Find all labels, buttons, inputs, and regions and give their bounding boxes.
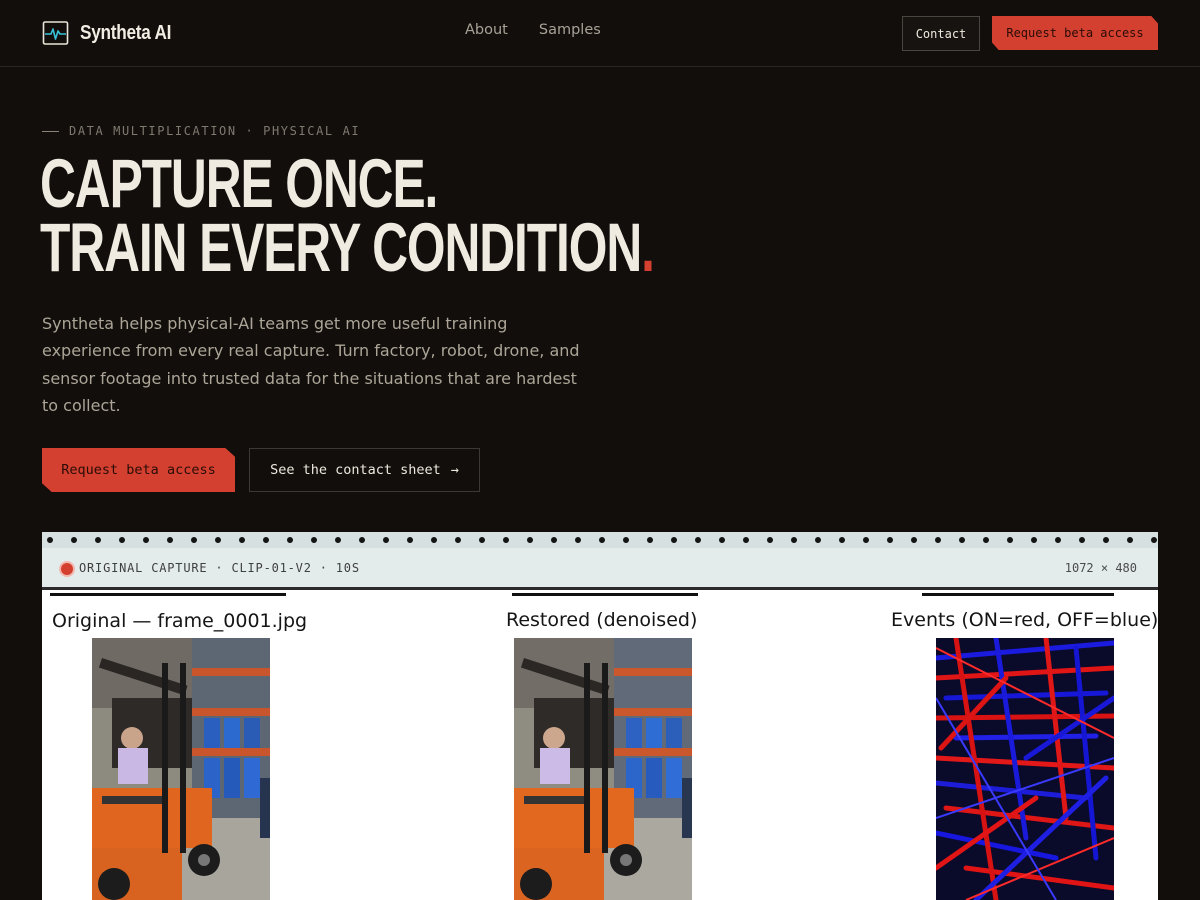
sprocket-hole [287, 537, 293, 543]
sprocket-hole [1103, 537, 1109, 543]
sprocket-hole [815, 537, 821, 543]
sprocket-hole [167, 537, 173, 543]
sprocket-hole [527, 537, 533, 543]
headline-line-2-text: TRAIN EVERY CONDITION [40, 209, 642, 286]
panel-title-original: Original — frame_0001.jpg [52, 610, 308, 632]
sprocket-hole [143, 537, 149, 543]
capture-preview: ORIGINAL CAPTURE · CLIP-01-V2 · 10S 1072… [42, 532, 1158, 900]
nav-link-samples[interactable]: Samples [539, 22, 601, 38]
figure-frame-edge [922, 593, 1114, 596]
eyebrow: DATA MULTIPLICATION · PHYSICAL AI [42, 124, 360, 138]
eyebrow-rule [42, 130, 59, 132]
film-sprocket-strip [42, 532, 1158, 548]
brand-logo[interactable]: Syntheta AI [42, 18, 186, 48]
sprocket-hole [959, 537, 965, 543]
sprocket-hole [71, 537, 77, 543]
sprocket-hole [935, 537, 941, 543]
sprocket-hole [647, 537, 653, 543]
nav-link-about[interactable]: About [465, 22, 508, 38]
sprocket-hole [311, 537, 317, 543]
figure-frame-edge [50, 593, 286, 596]
sprocket-hole [263, 537, 269, 543]
headline-accent-dot: . [641, 209, 655, 286]
sprocket-hole [599, 537, 605, 543]
figure-frame-edge [512, 593, 698, 596]
sprocket-hole [431, 537, 437, 543]
sprocket-hole [791, 537, 797, 543]
eyebrow-text: DATA MULTIPLICATION · PHYSICAL AI [69, 124, 361, 138]
sprocket-hole [503, 537, 509, 543]
sprocket-hole [623, 537, 629, 543]
capture-info-bar: ORIGINAL CAPTURE · CLIP-01-V2 · 10S 1072… [42, 548, 1158, 590]
sprocket-hole [575, 537, 581, 543]
sprocket-hole [863, 537, 869, 543]
hero-headline: CAPTURE ONCE. TRAIN EVERY CONDITION. [40, 145, 893, 282]
sprocket-hole [743, 537, 749, 543]
sprocket-hole [839, 537, 845, 543]
hero-request-beta-button[interactable]: Request beta access [42, 448, 235, 492]
sprocket-hole [95, 537, 101, 543]
sprocket-hole [1127, 537, 1133, 543]
sprocket-hole [719, 537, 725, 543]
capture-resolution: 1072 × 480 [1064, 561, 1137, 575]
sprocket-hole [383, 537, 389, 543]
restored-frame-image [514, 638, 692, 900]
sprocket-hole [479, 537, 485, 543]
request-beta-access-button[interactable]: Request beta access [992, 16, 1158, 50]
original-frame-image [92, 638, 270, 900]
sprocket-hole [767, 537, 773, 543]
panel-title-restored: Restored (denoised) [506, 609, 698, 631]
sprocket-hole [215, 537, 221, 543]
sprocket-hole [47, 537, 53, 543]
panel-title-events: Events (ON=red, OFF=blue) [891, 609, 1158, 631]
sprocket-hole [983, 537, 989, 543]
sprocket-hole [359, 537, 365, 543]
sprocket-hole [1079, 537, 1085, 543]
sprocket-hole [551, 537, 557, 543]
sprocket-hole [407, 537, 413, 543]
brand-name: Syntheta AI [80, 21, 172, 44]
sprocket-hole [911, 537, 917, 543]
record-dot-icon [61, 563, 73, 575]
contact-button[interactable]: Contact [902, 16, 980, 51]
hero-description: Syntheta helps physical-AI teams get mor… [42, 314, 580, 415]
contact-sheet-button[interactable]: See the contact sheet → [249, 448, 480, 492]
sprocket-hole [1031, 537, 1037, 543]
arrow-right-icon: → [450, 462, 459, 478]
headline-line-2: TRAIN EVERY CONDITION. [40, 213, 655, 282]
headline-line-1: CAPTURE ONCE. [40, 145, 438, 222]
events-frame-image [936, 638, 1114, 900]
contact-sheet-label: See the contact sheet [270, 462, 441, 478]
nav-links: About Samples [465, 22, 601, 38]
sprocket-hole [1151, 537, 1157, 543]
sprocket-hole [1055, 537, 1061, 543]
sprocket-hole [239, 537, 245, 543]
sprocket-hole [887, 537, 893, 543]
sprocket-hole [455, 537, 461, 543]
sprocket-hole [119, 537, 125, 543]
capture-label: ORIGINAL CAPTURE · CLIP-01-V2 · 10S [79, 561, 360, 575]
sprocket-hole [1007, 537, 1013, 543]
waveform-monitor-icon [42, 20, 69, 45]
sprocket-hole [335, 537, 341, 543]
top-nav: Syntheta AI About Samples Contact Reques… [0, 0, 1200, 67]
sprocket-hole [695, 537, 701, 543]
sprocket-hole [671, 537, 677, 543]
sprocket-hole [191, 537, 197, 543]
